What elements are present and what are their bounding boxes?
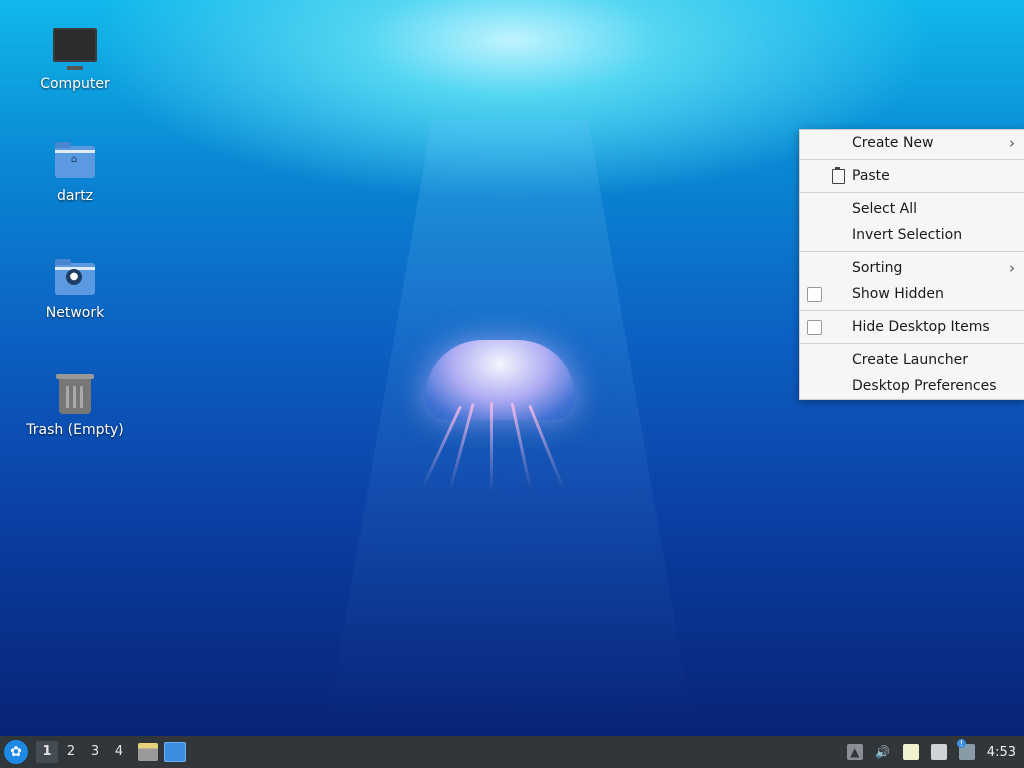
desktop-icon-label: Network bbox=[45, 305, 105, 321]
menu-item-label: Desktop Preferences bbox=[852, 378, 997, 394]
menu-item-label: Show Hidden bbox=[852, 286, 944, 302]
clipboard-icon bbox=[832, 167, 845, 184]
menu-item-label: Create New bbox=[852, 135, 934, 151]
menu-item-paste[interactable]: Paste bbox=[800, 163, 1024, 189]
menu-item-label: Create Launcher bbox=[852, 352, 969, 368]
desktop-context-menu: Create New › Paste Select All Invert Sel… bbox=[799, 129, 1024, 400]
trash-icon bbox=[53, 374, 97, 418]
eject-icon[interactable]: ▲ bbox=[846, 744, 863, 760]
menu-item-desktop-preferences[interactable]: Desktop Preferences bbox=[800, 373, 1024, 399]
workspace-3[interactable]: 3 bbox=[84, 741, 106, 763]
menu-item-select-all[interactable]: Select All bbox=[800, 196, 1024, 222]
network-wired-icon[interactable] bbox=[930, 744, 947, 760]
hide-desktop-items-checkbox[interactable] bbox=[807, 320, 822, 335]
desktop-icon-label: Trash (Empty) bbox=[26, 422, 124, 438]
jellyfish-wallpaper-graphic bbox=[380, 340, 600, 510]
desktop-icon-home-folder[interactable]: ⌂ dartz bbox=[20, 140, 130, 204]
update-notifier-icon[interactable]: ! bbox=[956, 739, 975, 760]
menu-item-label: Invert Selection bbox=[852, 227, 963, 243]
desktop-icon-label: Computer bbox=[40, 76, 110, 92]
menu-separator bbox=[800, 251, 1024, 252]
menu-item-label: Paste bbox=[852, 168, 890, 184]
lubuntu-logo-icon: ✿ bbox=[10, 744, 22, 760]
desktop-icon-trash[interactable]: Trash (Empty) bbox=[20, 374, 130, 438]
desktop-icon-network[interactable]: ● Network bbox=[20, 257, 130, 321]
menu-item-label: Hide Desktop Items bbox=[852, 319, 990, 335]
desktop-icon-computer[interactable]: Computer bbox=[20, 24, 130, 92]
show-hidden-checkbox[interactable] bbox=[807, 287, 822, 302]
computer-icon bbox=[53, 28, 97, 72]
network-folder-icon: ● bbox=[53, 257, 97, 301]
menu-item-invert-selection[interactable]: Invert Selection bbox=[800, 222, 1024, 248]
menu-separator bbox=[800, 310, 1024, 311]
panel-clock[interactable]: 4:53 bbox=[987, 745, 1016, 760]
desktop-icon-label: dartz bbox=[56, 188, 94, 204]
menu-separator bbox=[800, 159, 1024, 160]
menu-item-hide-desktop-items[interactable]: Hide Desktop Items bbox=[800, 314, 1024, 340]
menu-item-create-launcher[interactable]: Create Launcher bbox=[800, 347, 1024, 373]
volume-icon[interactable]: 🔊 bbox=[875, 744, 891, 760]
menu-item-sorting[interactable]: Sorting › bbox=[800, 255, 1024, 281]
system-tray: ▲ 🔊 ! 4:53 bbox=[841, 736, 1024, 768]
workspace-1[interactable]: 1 bbox=[36, 741, 58, 763]
show-desktop-icon[interactable] bbox=[164, 742, 186, 762]
clipboard-manager-icon[interactable] bbox=[902, 744, 919, 760]
chevron-right-icon: › bbox=[1009, 259, 1015, 277]
menu-separator bbox=[800, 343, 1024, 344]
menu-item-label: Sorting bbox=[852, 260, 903, 276]
taskbar-panel: ✿ 1 2 3 4 ▲ 🔊 ! 4:53 bbox=[0, 736, 1024, 768]
home-folder-icon: ⌂ bbox=[53, 140, 97, 184]
chevron-right-icon: › bbox=[1009, 134, 1015, 152]
menu-item-create-new[interactable]: Create New › bbox=[800, 130, 1024, 156]
start-menu-button[interactable]: ✿ bbox=[4, 740, 28, 764]
menu-separator bbox=[800, 192, 1024, 193]
workspace-4[interactable]: 4 bbox=[108, 741, 130, 763]
workspace-2[interactable]: 2 bbox=[60, 741, 82, 763]
file-manager-launcher-icon[interactable] bbox=[138, 743, 158, 761]
menu-item-label: Select All bbox=[852, 201, 917, 217]
menu-item-show-hidden[interactable]: Show Hidden bbox=[800, 281, 1024, 307]
